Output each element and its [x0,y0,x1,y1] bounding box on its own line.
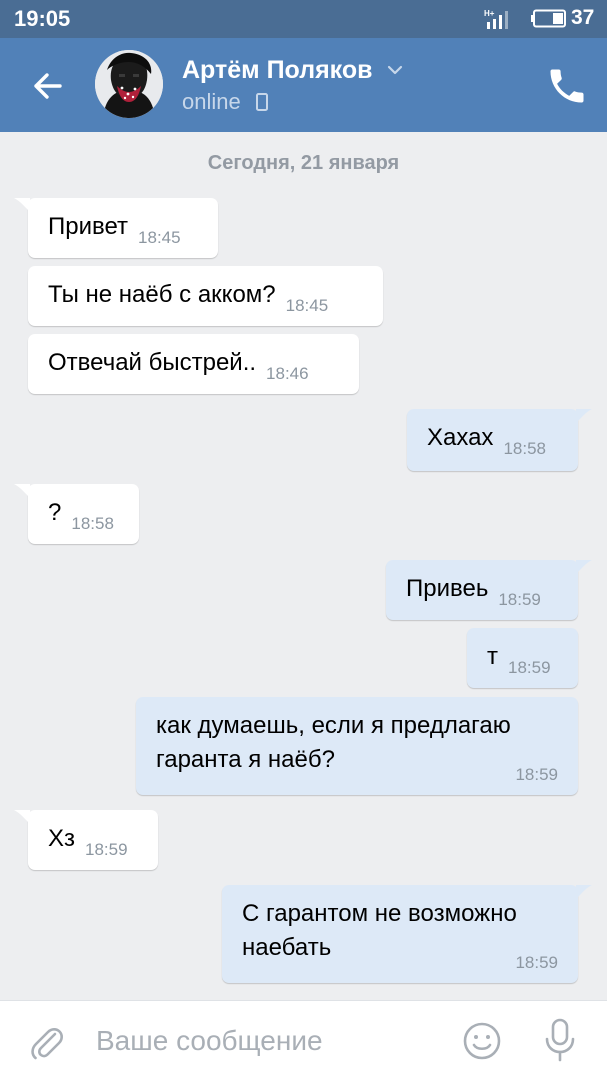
date-separator: Сегодня, 21 января [207,152,400,174]
outgoing-message[interactable]: как думаешь, если я предлагаю гаранта я н… [136,697,578,795]
contact-status: online [182,89,241,114]
message-time: 18:45 [285,296,329,315]
outgoing-message[interactable]: т 18:59 [467,628,578,688]
bubble-tail [14,810,30,824]
message-text: Хахах [427,424,494,451]
message-text: ? [48,499,62,526]
message-time: 18:58 [71,514,114,533]
message-text: Привеь [406,575,489,602]
message-text: как думаешь, если я предлагаю [156,712,511,739]
incoming-message[interactable]: Привет 18:45 [14,198,218,258]
status-time: 19:05 [14,6,71,31]
incoming-message[interactable]: ? 18:58 [14,484,139,544]
smile-icon[interactable] [462,1021,502,1061]
bubble-tail [576,560,592,574]
bubble-tail [14,484,30,498]
message-text: наебать [242,934,332,961]
contact-name[interactable]: Артём Поляков [182,56,373,85]
message-text: Ты не наёб с акком? [48,281,276,308]
incoming-message[interactable]: Ты не наёб с акком? 18:45 [28,266,383,326]
avatar-image [95,50,163,118]
chevron-down-icon[interactable] [385,63,405,77]
message-time: 18:45 [138,228,181,247]
outgoing-message[interactable]: С гарантом не возможно наебать 18:59 [222,885,592,983]
message-time: 18:59 [515,953,558,972]
outgoing-message[interactable]: Хахах 18:58 [407,409,592,471]
signal-icon: H+ [484,9,508,29]
status-bar: 19:05 H+ 37 [0,0,607,38]
microphone-icon[interactable] [540,1017,580,1063]
message-input-bar [0,1000,607,1081]
outgoing-message[interactable]: Привеь 18:59 [386,560,592,620]
bubble-tail [576,409,592,423]
message-text: Отвечай быстрей.. [48,349,257,376]
message-time: 18:46 [266,364,309,383]
arrow-left-icon[interactable] [18,58,74,114]
message-time: 18:59 [85,840,128,859]
battery-icon [531,9,566,28]
incoming-message[interactable]: Отвечай быстрей.. 18:46 [28,334,359,394]
message-text: т [487,643,498,670]
message-text: гаранта я наёб? [156,746,335,773]
paperclip-icon[interactable] [26,1021,68,1063]
bubble-tail [576,885,592,899]
message-input[interactable] [96,1017,436,1065]
message-list[interactable]: Сегодня, 21 января Привет 18:45 Ты не наёб… [0,132,607,1000]
avatar[interactable] [95,50,163,118]
message-time: 18:59 [508,658,551,677]
chat-header: Артём Поляков online [0,38,607,132]
svg-text:H+: H+ [484,9,495,18]
message-time: 18:59 [515,765,558,784]
message-time: 18:58 [503,439,546,458]
mobile-phone-icon [256,93,268,111]
message-text: Хз [48,825,76,852]
battery-level: 37 [571,6,595,29]
phone-icon[interactable] [545,64,589,108]
message-text: Привет [48,213,129,240]
bubble-tail [14,198,30,212]
message-time: 18:59 [498,590,541,609]
incoming-message[interactable]: Хз 18:59 [14,810,158,870]
message-text: С гарантом не возможно [242,900,517,927]
